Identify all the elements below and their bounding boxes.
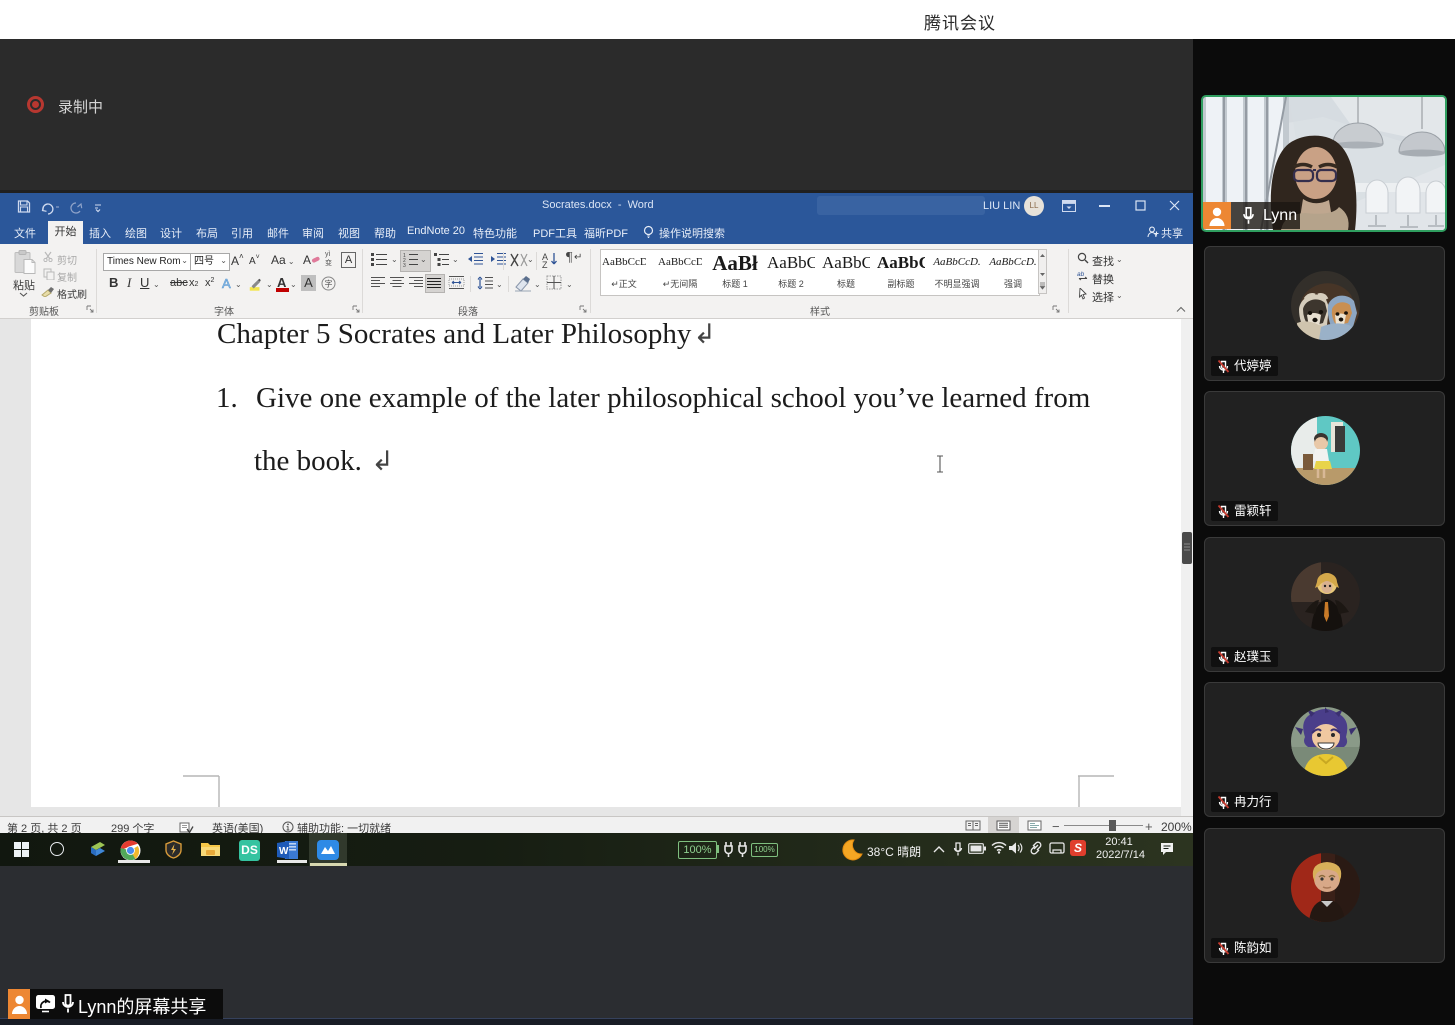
svg-text:3: 3 [403, 263, 406, 267]
svg-text:Z: Z [542, 260, 548, 268]
svg-text:ab: ab [1077, 271, 1085, 278]
svg-text:W: W [279, 846, 289, 857]
svg-text:字: 字 [325, 279, 333, 289]
